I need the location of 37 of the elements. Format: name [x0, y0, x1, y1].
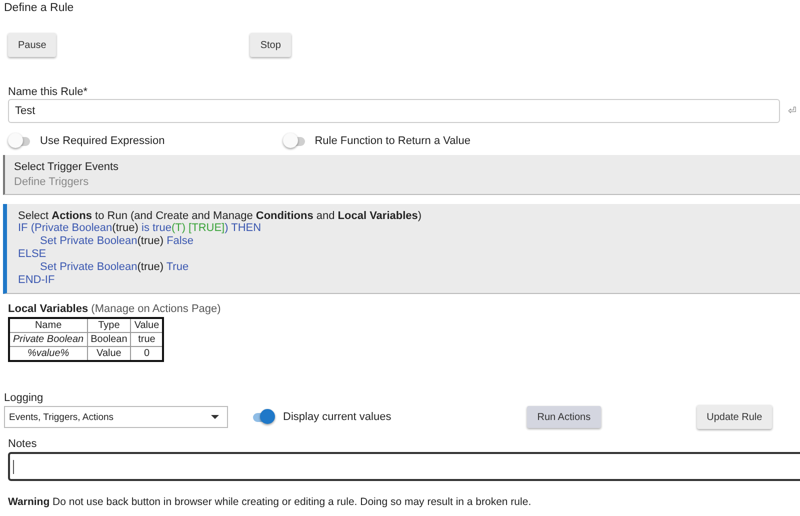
- column-header: Value: [130, 318, 164, 332]
- table-cell: Private Boolean: [9, 332, 88, 346]
- control-button[interactable]: Stop: [250, 33, 291, 57]
- code-line: ELSE: [18, 248, 46, 260]
- column-header: Name: [9, 318, 88, 332]
- column-header: Type: [87, 318, 131, 332]
- local-variables-heading: Local Variables (Manage on Actions Page): [8, 303, 222, 315]
- toggle-label: Use Required Expression: [40, 135, 165, 147]
- page-title: Define a Rule: [3, 1, 75, 14]
- rule-name-field[interactable]: Test: [8, 99, 780, 123]
- code-line: END-IF: [18, 274, 55, 286]
- toggle-switch[interactable]: [8, 133, 32, 149]
- code-line: Set Private Boolean(true) True: [40, 261, 189, 273]
- notes-field[interactable]: [8, 452, 800, 481]
- code-line: Set Private Boolean(true) False: [40, 235, 194, 247]
- table-cell: Boolean: [87, 332, 131, 346]
- warning-text: Warning Do not use back button in browser while creating or editing a rule. Doing so may result in a broken rule.: [8, 496, 532, 508]
- update-rule-button[interactable]: Update Rule: [696, 405, 772, 429]
- toggle-label: Display current values: [283, 411, 392, 423]
- toggle-switch[interactable]: [282, 133, 307, 149]
- panel-title: Select Trigger Events: [14, 161, 120, 173]
- caret-icon: [211, 415, 219, 419]
- actions-panel[interactable]: [3, 204, 800, 294]
- logging-dropdown[interactable]: Events, Triggers, Actions: [4, 406, 228, 428]
- run-actions-button[interactable]: Run Actions: [527, 406, 601, 428]
- table-cell: true: [130, 332, 164, 346]
- toggle-label: Rule Function to Return a Value: [314, 135, 470, 147]
- panel-subtitle: Define Triggers: [14, 176, 90, 188]
- field-label: Logging: [4, 392, 44, 404]
- field-label: Name this Rule*: [8, 86, 88, 98]
- code-line: IF (Private Boolean(true) is true(T) [TRUE]) THEN: [18, 222, 262, 234]
- control-button[interactable]: Pause: [8, 33, 56, 57]
- field-label: Notes: [8, 438, 38, 450]
- triggers-panel[interactable]: Select Trigger Events Define Triggers: [3, 155, 800, 195]
- toggle-switch[interactable]: [251, 409, 275, 425]
- panel-title: Select Actions to Run (and Create and Manage Conditions and Local Variables): [18, 210, 423, 222]
- return-symbol: ⏎: [788, 105, 796, 117]
